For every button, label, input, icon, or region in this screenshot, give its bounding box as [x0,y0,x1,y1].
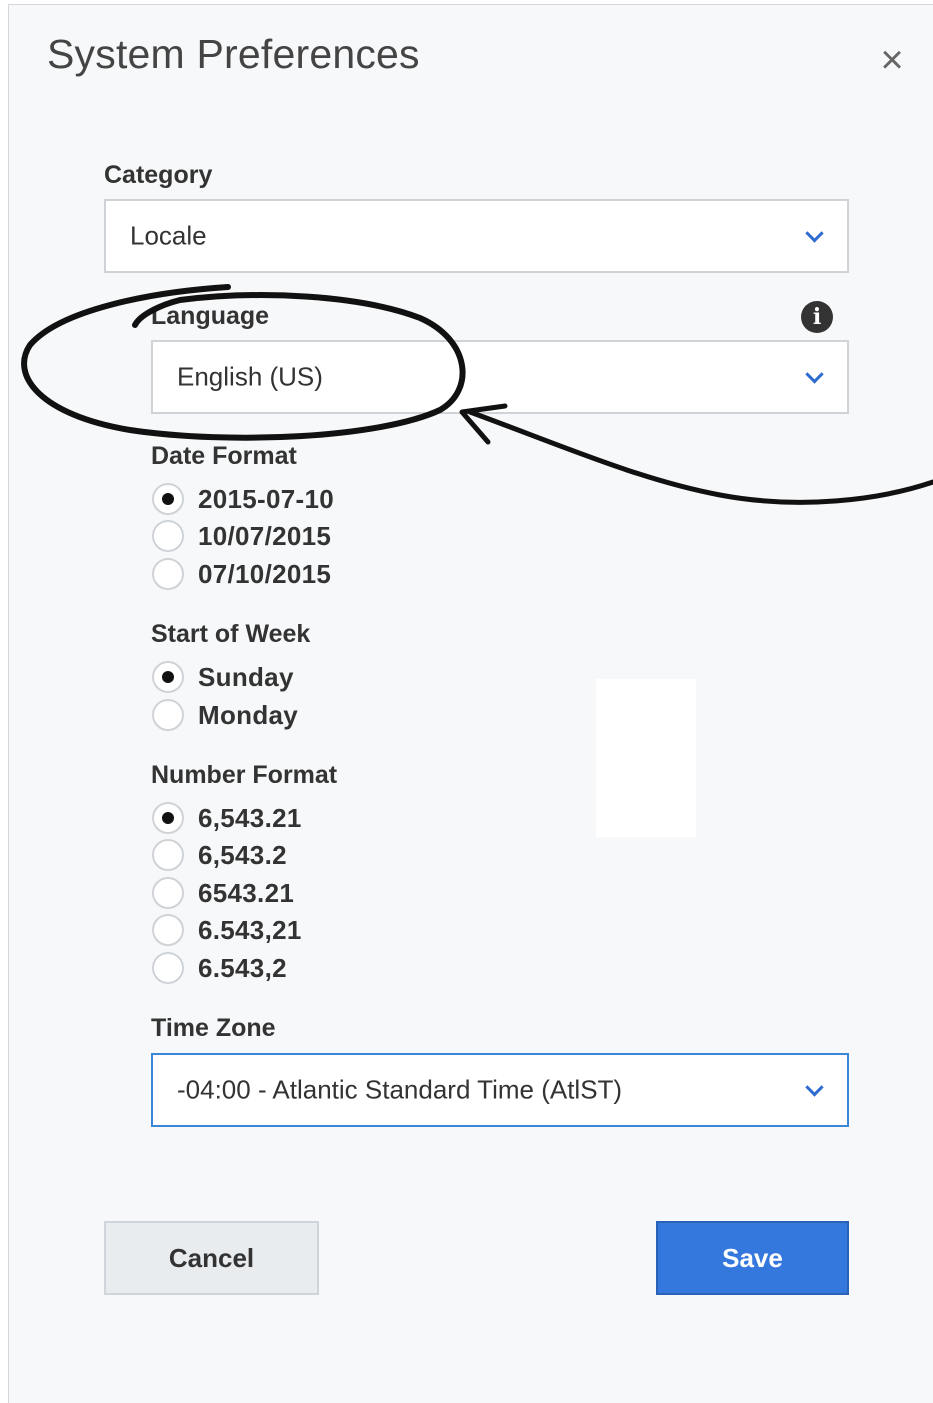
date-format-label: Date Format [151,442,297,470]
radio-button[interactable] [152,802,184,834]
time-zone-value: -04:00 - Atlantic Standard Time (AtlST) [177,1074,623,1105]
number-format-option[interactable]: 6543.21 [152,875,294,911]
radio-button[interactable] [152,483,184,515]
radio-button[interactable] [152,952,184,984]
radio-button[interactable] [152,699,184,731]
radio-label: Sunday [198,661,294,692]
cancel-button[interactable]: Cancel [104,1221,319,1295]
radio-label: 07/10/2015 [198,558,332,589]
number-format-label: Number Format [151,761,338,789]
blank-area [596,679,696,837]
radio-button[interactable] [152,839,184,871]
radio-label: 6,543.2 [198,839,287,870]
radio-label: 6,543.21 [198,802,302,833]
chevron-down-icon [805,365,824,384]
number-format-option[interactable]: 6,543.2 [152,837,287,873]
number-format-option[interactable]: 6.543,21 [152,912,302,948]
radio-button[interactable] [152,558,184,590]
radio-label: 6543.21 [198,877,295,908]
date-format-option[interactable]: 2015-07-10 [152,481,334,517]
number-format-option[interactable]: 6,543.21 [152,800,302,836]
category-label: Category [104,161,213,189]
start-of-week-option[interactable]: Monday [152,697,298,733]
save-button[interactable]: Save [656,1221,849,1295]
category-value: Locale [130,220,207,251]
language-label: Language [151,302,270,330]
radio-label: 6.543,2 [198,952,287,983]
radio-button[interactable] [152,877,184,909]
date-format-option[interactable]: 07/10/2015 [152,556,331,592]
radio-button[interactable] [152,661,184,693]
time-zone-label: Time Zone [151,1014,276,1042]
date-format-option[interactable]: 10/07/2015 [152,518,331,554]
language-select[interactable]: English (US) [151,340,849,414]
chevron-down-icon [805,1078,824,1097]
number-format-option[interactable]: 6.543,2 [152,950,287,986]
close-icon[interactable]: × [875,40,909,80]
info-icon[interactable]: i [801,301,833,333]
radio-label: 2015-07-10 [198,483,334,514]
radio-label: Monday [198,699,299,730]
radio-button[interactable] [152,520,184,552]
radio-label: 6.543,21 [198,914,302,945]
category-select[interactable]: Locale [104,199,849,273]
dialog-title: System Preferences [47,31,420,77]
time-zone-select[interactable]: -04:00 - Atlantic Standard Time (AtlST) [151,1053,849,1127]
chevron-down-icon [805,224,824,243]
start-of-week-label: Start of Week [151,620,311,648]
language-value: English (US) [177,361,323,392]
radio-button[interactable] [152,914,184,946]
start-of-week-option[interactable]: Sunday [152,659,294,695]
radio-label: 10/07/2015 [198,520,332,551]
